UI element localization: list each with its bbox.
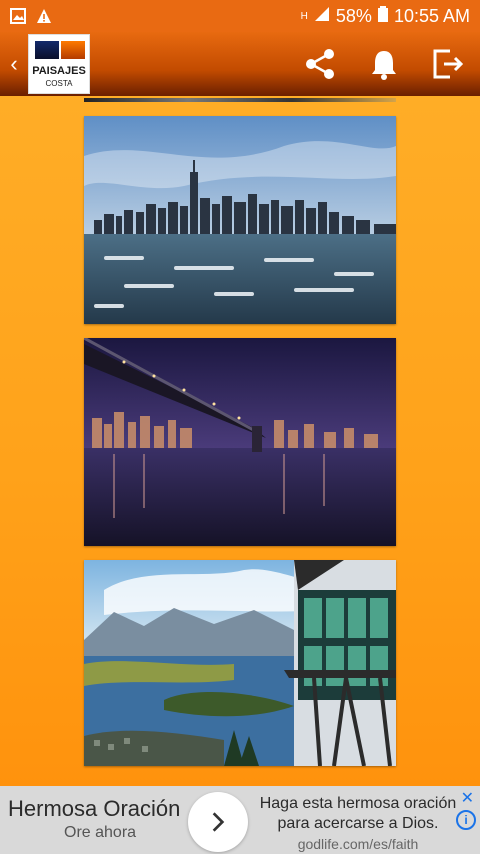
logo-image-left xyxy=(35,41,59,59)
exit-icon[interactable] xyxy=(430,46,466,82)
ad-title[interactable]: Hermosa Oración xyxy=(8,796,180,822)
ad-subtitle[interactable]: Ore ahora xyxy=(64,824,136,842)
ad-description[interactable]: Haga esta hermosa oración para acercarse… xyxy=(252,794,464,854)
back-icon[interactable]: ‹ xyxy=(0,51,28,77)
share-icon[interactable] xyxy=(302,46,338,82)
gallery-image-lake[interactable] xyxy=(84,560,396,766)
clock: 10:55 AM xyxy=(393,5,470,26)
info-icon[interactable]: i xyxy=(456,810,476,830)
ad-url: godlife.com/es/faith xyxy=(297,836,419,852)
battery-icon xyxy=(377,5,388,27)
chevron-right-icon xyxy=(212,812,225,832)
network-type: H xyxy=(300,10,308,22)
ad-banner[interactable]: Hermosa Oración Ore ahora Haga esta herm… xyxy=(0,786,480,854)
close-icon[interactable]: ✕ xyxy=(461,788,474,808)
signal-icon xyxy=(314,6,330,27)
image-icon xyxy=(10,8,26,24)
app-bar: ‹ PAISAJES COSTA xyxy=(0,32,480,96)
logo-image-right xyxy=(61,41,85,59)
ad-open-button[interactable] xyxy=(188,792,248,852)
gallery-image-bridge[interactable] xyxy=(84,338,396,546)
battery-percent: 58% xyxy=(335,5,372,26)
warning-icon xyxy=(36,8,52,24)
logo-title: PAISAJES xyxy=(32,65,86,77)
app-logo[interactable]: PAISAJES COSTA xyxy=(28,34,90,94)
ad-text-line2: para acercarse a Dios. xyxy=(277,815,439,832)
gallery-image-city[interactable] xyxy=(84,116,396,324)
status-bar: H 58% 10:55 AM xyxy=(0,0,480,32)
ad-text-line1: Haga esta hermosa oración xyxy=(259,795,457,812)
previous-image-edge xyxy=(84,98,396,102)
logo-subtitle: COSTA xyxy=(45,79,73,88)
bell-icon[interactable] xyxy=(366,46,402,82)
